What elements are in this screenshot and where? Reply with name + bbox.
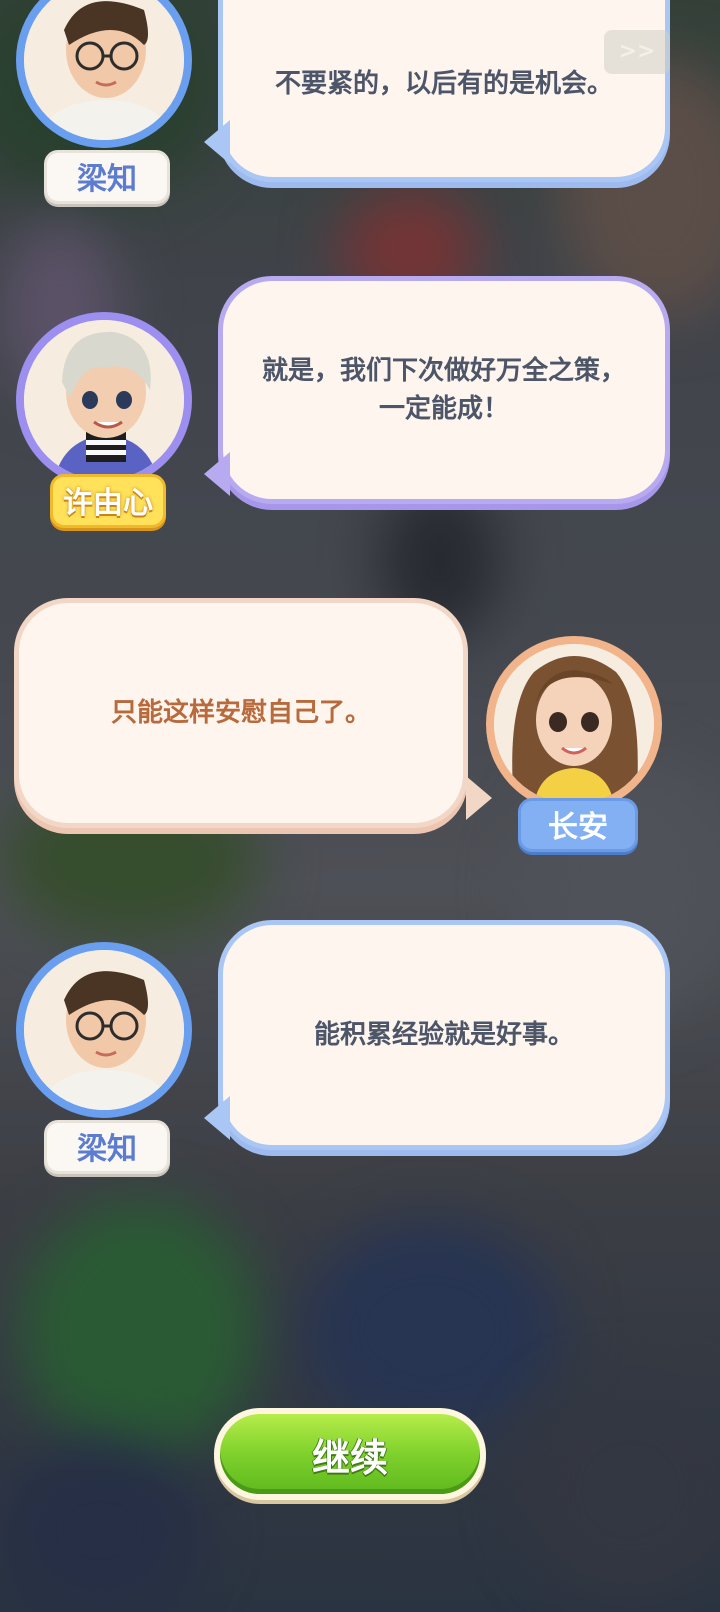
continue-button-label: 继续 xyxy=(220,1414,480,1494)
speaker-avatar-xuyouxin xyxy=(16,312,192,488)
dialogue-text: 只能这样安慰自己了。 xyxy=(110,698,371,728)
speaker-name-plate: 梁知 xyxy=(44,150,170,204)
speaker-name-plate: 梁知 xyxy=(44,1120,170,1174)
continue-button[interactable]: 继续 xyxy=(214,1408,486,1500)
speaker-name-plate: 许由心 xyxy=(50,474,166,528)
dialogue-bubble: 能积累经验就是好事。 xyxy=(218,920,670,1150)
speaker-name-plate: 长安 xyxy=(518,798,638,852)
skip-dialogue-button[interactable]: >> xyxy=(604,30,670,74)
dialogue-bubble: 就是，我们下次做好万全之策，一定能成！ xyxy=(218,276,670,504)
boy-glasses-portrait-icon xyxy=(24,950,184,1110)
bubble-tail xyxy=(204,1096,230,1140)
speaker-avatar-liangzhi xyxy=(16,942,192,1118)
dialogue-bubble: 不要紧的，以后有的是机会。 xyxy=(218,0,670,182)
dialogue-text: 不要紧的，以后有的是机会。 xyxy=(274,68,613,99)
dialogue-text: 就是，我们下次做好万全之策，一定能成！ xyxy=(261,356,626,424)
girl-portrait-icon xyxy=(494,644,654,804)
boy-glasses-portrait-icon xyxy=(24,0,184,140)
dialogue-bubble: 只能这样安慰自己了。 xyxy=(14,598,468,828)
boy-silver-hair-portrait-icon xyxy=(24,320,184,480)
dialogue-text: 能积累经验就是好事。 xyxy=(313,1020,574,1050)
bubble-tail xyxy=(204,120,230,164)
bubble-tail xyxy=(466,776,492,820)
speaker-avatar-changan xyxy=(486,636,662,812)
bubble-tail xyxy=(204,452,230,496)
